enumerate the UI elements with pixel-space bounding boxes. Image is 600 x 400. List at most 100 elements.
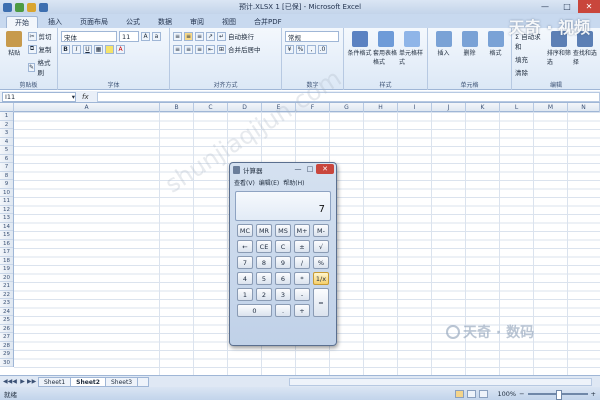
- row-header[interactable]: 15: [0, 231, 13, 240]
- align-top-icon[interactable]: ≡: [173, 31, 182, 41]
- calc-key[interactable]: √: [313, 240, 329, 253]
- column-header[interactable]: K: [466, 103, 500, 112]
- tab-formulas[interactable]: 公式: [118, 16, 148, 28]
- tab-merge-pdf[interactable]: 合并PDF: [246, 16, 290, 28]
- calc-key[interactable]: 3: [275, 288, 291, 301]
- copy-button[interactable]: ⧉ 复制: [27, 44, 54, 54]
- formula-input[interactable]: [96, 91, 600, 102]
- insert-sheet-icon[interactable]: [137, 376, 150, 387]
- calc-key[interactable]: +: [294, 304, 310, 317]
- column-header[interactable]: C: [194, 103, 228, 112]
- horizontal-scrollbar[interactable]: [289, 377, 592, 386]
- calc-key[interactable]: 7: [237, 256, 253, 269]
- zoom-slider[interactable]: [527, 389, 588, 400]
- row-header[interactable]: 27: [0, 333, 13, 342]
- wrap-text-icon[interactable]: ↵: [217, 31, 226, 41]
- shrink-font-icon[interactable]: a: [152, 32, 161, 41]
- row-header[interactable]: 7: [0, 163, 13, 172]
- calc-key[interactable]: -: [294, 288, 310, 301]
- calculator-window[interactable]: 计算器 — □ ✕ 查看(V) 编辑(E) 帮助(H) 7 MC MR MS M+ M-…: [229, 162, 337, 346]
- zoom-in-button[interactable]: +: [591, 390, 596, 398]
- row-header[interactable]: 23: [0, 299, 13, 308]
- row-header[interactable]: 21: [0, 282, 13, 291]
- percent-button[interactable]: %: [296, 45, 305, 54]
- calculator-minimize-button[interactable]: —: [292, 164, 304, 174]
- align-right-icon[interactable]: ≡: [195, 44, 204, 54]
- align-left-icon[interactable]: ≡: [173, 44, 182, 54]
- row-header[interactable]: 29: [0, 350, 13, 359]
- comma-icon[interactable]: ,: [307, 45, 316, 54]
- italic-button[interactable]: I: [72, 45, 81, 54]
- bold-button[interactable]: B: [61, 45, 70, 54]
- calc-key[interactable]: 1/x: [313, 272, 329, 285]
- next-sheet-icon[interactable]: ▶: [19, 378, 26, 385]
- calc-key[interactable]: 0: [237, 304, 272, 317]
- row-header[interactable]: 19: [0, 265, 13, 274]
- insert-cells-button[interactable]: 插入: [431, 31, 456, 57]
- row-header[interactable]: 24: [0, 308, 13, 316]
- calc-key[interactable]: 8: [256, 256, 272, 269]
- calc-key[interactable]: *: [294, 272, 310, 285]
- font-color-icon[interactable]: A: [116, 45, 125, 54]
- border-icon[interactable]: ▦: [94, 45, 103, 54]
- tab-insert[interactable]: 插入: [40, 16, 70, 28]
- column-header[interactable]: N: [568, 103, 600, 112]
- merge-icon[interactable]: ⊞: [217, 44, 226, 54]
- column-header[interactable]: A: [14, 103, 160, 112]
- page-break-view-icon[interactable]: [479, 389, 488, 398]
- row-header[interactable]: 18: [0, 257, 13, 265]
- increase-decimal-icon[interactable]: .0: [318, 45, 327, 54]
- calc-key[interactable]: .: [275, 304, 291, 317]
- calc-key[interactable]: %: [313, 256, 329, 269]
- tab-home[interactable]: 开始: [6, 16, 38, 28]
- format-cells-button[interactable]: 格式: [483, 31, 508, 57]
- first-sheet-icon[interactable]: ◀◀: [3, 378, 12, 385]
- fill-button[interactable]: 填充: [515, 54, 545, 64]
- number-format-select[interactable]: 常规: [285, 31, 339, 42]
- row-header[interactable]: 26: [0, 325, 13, 333]
- row-header[interactable]: 4: [0, 138, 13, 146]
- last-sheet-icon[interactable]: ▶▶: [27, 378, 36, 385]
- row-header[interactable]: 30: [0, 359, 13, 367]
- sort-filter-button[interactable]: 排序和筛选: [547, 31, 571, 80]
- select-all-corner[interactable]: [0, 103, 14, 112]
- calc-key[interactable]: 4: [237, 272, 253, 285]
- format-as-table-button[interactable]: 套用表格格式: [373, 31, 398, 66]
- row-header[interactable]: 16: [0, 240, 13, 248]
- format-painter-button[interactable]: ✎ 格式刷: [27, 57, 54, 77]
- row-header[interactable]: 10: [0, 189, 13, 197]
- row-header[interactable]: 5: [0, 146, 13, 155]
- row-header[interactable]: 8: [0, 172, 13, 180]
- underline-button[interactable]: U: [83, 45, 92, 54]
- calc-key[interactable]: C: [275, 240, 291, 253]
- calc-key[interactable]: 2: [256, 288, 272, 301]
- calc-key[interactable]: 6: [275, 272, 291, 285]
- row-header[interactable]: 3: [0, 129, 13, 138]
- row-header[interactable]: 20: [0, 274, 13, 282]
- column-header[interactable]: I: [398, 103, 432, 112]
- menu-edit[interactable]: 编辑(E): [259, 178, 279, 187]
- menu-help[interactable]: 帮助(H): [283, 178, 304, 187]
- prev-sheet-icon[interactable]: ◀: [11, 378, 18, 385]
- currency-icon[interactable]: ¥: [285, 45, 294, 54]
- column-header[interactable]: H: [364, 103, 398, 112]
- maximize-button[interactable]: □: [556, 0, 578, 13]
- row-header[interactable]: 1: [0, 112, 13, 121]
- row-header[interactable]: 11: [0, 197, 13, 206]
- calc-key[interactable]: CE: [256, 240, 272, 253]
- calculator-close-button[interactable]: ✕: [316, 164, 334, 174]
- align-bottom-icon[interactable]: ≡: [195, 31, 204, 41]
- calc-key[interactable]: /: [294, 256, 310, 269]
- calc-key[interactable]: MC: [237, 224, 253, 237]
- conditional-format-button[interactable]: 条件格式: [347, 31, 372, 66]
- sheet-tab-2[interactable]: Sheet2: [70, 376, 106, 387]
- menu-view[interactable]: 查看(V): [234, 178, 255, 187]
- calculator-maximize-button[interactable]: □: [304, 164, 316, 174]
- minimize-button[interactable]: —: [534, 0, 556, 13]
- tab-data[interactable]: 数据: [150, 16, 180, 28]
- fill-color-icon[interactable]: [105, 45, 114, 54]
- merge-center-label[interactable]: 合并后居中: [228, 44, 261, 54]
- row-header[interactable]: 22: [0, 291, 13, 299]
- sheet-tab-1[interactable]: Sheet1: [38, 376, 72, 387]
- column-header[interactable]: B: [160, 103, 194, 112]
